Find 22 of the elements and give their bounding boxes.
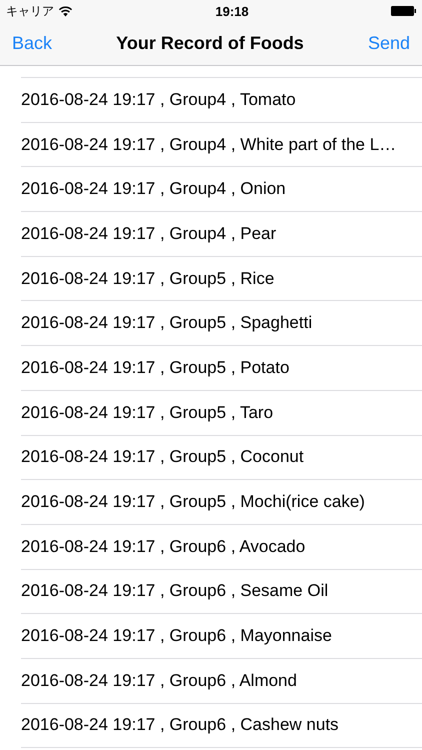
send-button[interactable]: Send <box>368 33 410 54</box>
record-row[interactable]: 2016-08-24 19:17 , Group6 , Sesame Oil <box>21 581 328 602</box>
record-row[interactable]: 2016-08-24 19:17 , Group4 , Tomato <box>21 90 296 110</box>
record-row[interactable]: 2016-08-24 19:17 , Group5 , Coconut <box>21 447 304 468</box>
record-row[interactable]: 2016-08-24 19:17 , Group4 , White part of the L… <box>21 134 396 155</box>
wifi-icon <box>58 6 73 16</box>
record-row[interactable]: 2016-08-24 19:17 , Group5 , Potato <box>21 358 290 378</box>
record-row[interactable]: 2016-08-24 19:17 , Group5 , Taro <box>21 402 274 423</box>
back-button[interactable]: Back <box>12 33 52 54</box>
battery-icon <box>391 6 416 16</box>
record-row[interactable]: 2016-08-24 19:17 , Group6 , Almond <box>21 670 297 691</box>
record-row[interactable]: 2016-08-24 19:17 , Group6 , Mayonnaise <box>21 626 332 646</box>
record-row[interactable]: 2016-08-24 19:17 , Group6 , Avocado <box>21 536 306 557</box>
record-row[interactable]: 2016-08-24 19:17 , Group5 , Rice <box>21 268 274 289</box>
nav-title: Your Record of Foods <box>116 33 304 54</box>
record-row[interactable]: 2016-08-24 19:17 , Group4 , Pear <box>21 224 276 244</box>
record-row[interactable]: 2016-08-24 19:17 , Group4 , Onion <box>21 179 286 200</box>
record-row[interactable]: 2016-08-24 19:17 , Group5 , Mochi(rice cake) <box>21 492 365 512</box>
status-time: 19:18 <box>215 4 249 18</box>
record-row[interactable]: 2016-08-24 19:17 , Group6 , Cashew nuts <box>21 715 339 736</box>
record-row[interactable]: 2016-08-24 19:17 , Group5 , Spaghetti <box>21 313 312 334</box>
carrier-label: キャリア <box>6 2 54 20</box>
